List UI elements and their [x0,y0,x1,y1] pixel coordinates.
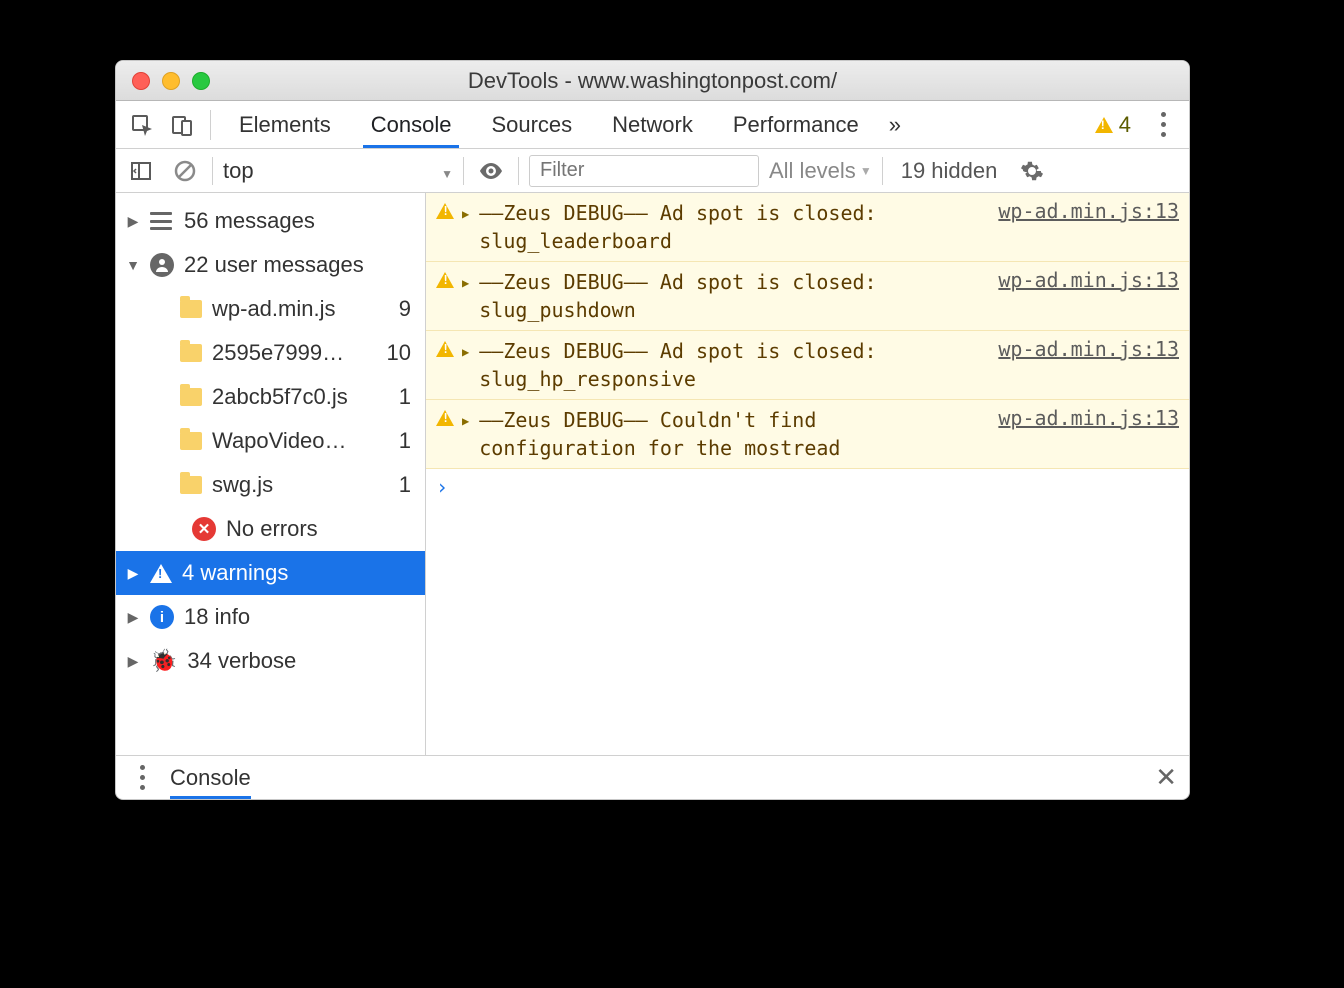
error-icon: ✕ [192,517,216,541]
expand-icon [126,609,140,626]
sidebar-file-item[interactable]: wp-ad.min.js9 [116,287,425,331]
folder-icon [180,344,202,362]
kebab-menu-icon[interactable] [1145,107,1181,143]
console-message[interactable]: ––Zeus DEBUG–– Couldn't find configurati… [426,400,1189,469]
folder-icon [180,432,202,450]
console-settings-icon[interactable] [1015,154,1049,188]
message-source-link[interactable]: wp-ad.min.js:13 [998,406,1179,430]
folder-icon [180,300,202,318]
warning-icon [436,272,454,288]
close-drawer-icon[interactable]: ✕ [1155,762,1177,793]
titlebar: DevTools - www.washingtonpost.com/ [116,61,1189,101]
message-text: ––Zeus DEBUG–– Ad spot is closed: slug_p… [479,268,978,324]
expand-icon[interactable] [462,406,471,430]
drawer-tab-console[interactable]: Console [170,756,251,799]
console-toolbar: top All levels 19 hidden [116,149,1189,193]
context-selector[interactable]: top [223,158,453,184]
clear-console-icon[interactable] [168,154,202,188]
sidebar-file-item[interactable]: swg.js1 [116,463,425,507]
filter-input[interactable] [529,155,759,187]
folder-icon [180,388,202,406]
console-prompt[interactable]: › [426,469,1189,505]
expand-icon[interactable] [462,337,471,361]
drawer: Console ✕ [116,755,1189,799]
folder-icon [180,476,202,494]
sidebar-group-warnings[interactable]: 4 warnings [116,551,425,595]
list-icon [150,212,174,230]
message-text: ––Zeus DEBUG–– Ad spot is closed: slug_l… [479,199,978,255]
user-icon [150,253,174,277]
devtools-window: DevTools - www.washingtonpost.com/ Eleme… [115,60,1190,800]
window-title: DevTools - www.washingtonpost.com/ [116,68,1189,94]
divider [882,157,883,185]
expand-icon [126,213,140,230]
sidebar-group-errors[interactable]: ✕ No errors [116,507,425,551]
warning-icon [1095,117,1113,133]
message-source-link[interactable]: wp-ad.min.js:13 [998,268,1179,292]
divider [212,157,213,185]
info-icon: i [150,605,174,629]
warning-icon [150,564,172,583]
sidebar-file-item[interactable]: WapoVideo…1 [116,419,425,463]
collapse-icon [126,257,140,273]
warning-count: 4 [1119,112,1131,138]
message-text: ––Zeus DEBUG–– Ad spot is closed: slug_h… [479,337,978,393]
sidebar-label: 18 info [184,604,250,630]
sidebar-group-user-messages[interactable]: 22 user messages [116,243,425,287]
console-message[interactable]: ––Zeus DEBUG–– Ad spot is closed: slug_h… [426,331,1189,400]
tabs-overflow[interactable]: » [881,101,909,148]
warning-icon [436,341,454,357]
hidden-count[interactable]: 19 hidden [893,158,1006,184]
sidebar-label: 4 warnings [182,560,288,586]
drawer-menu-icon[interactable] [128,765,156,790]
console-body: 56 messages 22 user messages wp-ad.min.j… [116,193,1189,755]
expand-icon[interactable] [462,199,471,223]
warnings-indicator[interactable]: 4 [1095,112,1131,138]
sidebar-group-info[interactable]: i 18 info [116,595,425,639]
live-expression-icon[interactable] [474,154,508,188]
console-messages: ––Zeus DEBUG–– Ad spot is closed: slug_l… [426,193,1189,755]
sidebar-file-item[interactable]: 2abcb5f7c0.js1 [116,375,425,419]
warning-icon [436,410,454,426]
bug-icon: 🐞 [150,648,177,674]
message-source-link[interactable]: wp-ad.min.js:13 [998,337,1179,361]
sidebar-label: 56 messages [184,208,315,234]
inspect-element-icon[interactable] [124,107,160,143]
log-levels-selector[interactable]: All levels [769,158,872,184]
expand-icon[interactable] [462,268,471,292]
message-source-link[interactable]: wp-ad.min.js:13 [998,199,1179,223]
tab-sources[interactable]: Sources [473,101,590,148]
context-label: top [223,158,254,184]
toggle-sidebar-icon[interactable] [124,154,158,188]
tab-network[interactable]: Network [594,101,711,148]
main-tabs: Elements Console Sources Network Perform… [116,101,1189,149]
divider [463,157,464,185]
tab-performance[interactable]: Performance [715,101,877,148]
tab-console[interactable]: Console [353,101,470,148]
device-toolbar-icon[interactable] [164,107,200,143]
sidebar-file-item[interactable]: 2595e7999…10 [116,331,425,375]
console-message[interactable]: ––Zeus DEBUG–– Ad spot is closed: slug_p… [426,262,1189,331]
divider [210,110,211,140]
console-message[interactable]: ––Zeus DEBUG–– Ad spot is closed: slug_l… [426,193,1189,262]
tab-elements[interactable]: Elements [221,101,349,148]
expand-icon [126,653,140,670]
sidebar-label: No errors [226,516,318,542]
divider [518,157,519,185]
sidebar-label: 22 user messages [184,252,364,278]
sidebar-group-verbose[interactable]: 🐞 34 verbose [116,639,425,683]
sidebar-group-messages[interactable]: 56 messages [116,199,425,243]
console-sidebar: 56 messages 22 user messages wp-ad.min.j… [116,193,426,755]
expand-icon [126,565,140,582]
warning-icon [436,203,454,219]
sidebar-label: 34 verbose [187,648,296,674]
message-text: ––Zeus DEBUG–– Couldn't find configurati… [479,406,978,462]
